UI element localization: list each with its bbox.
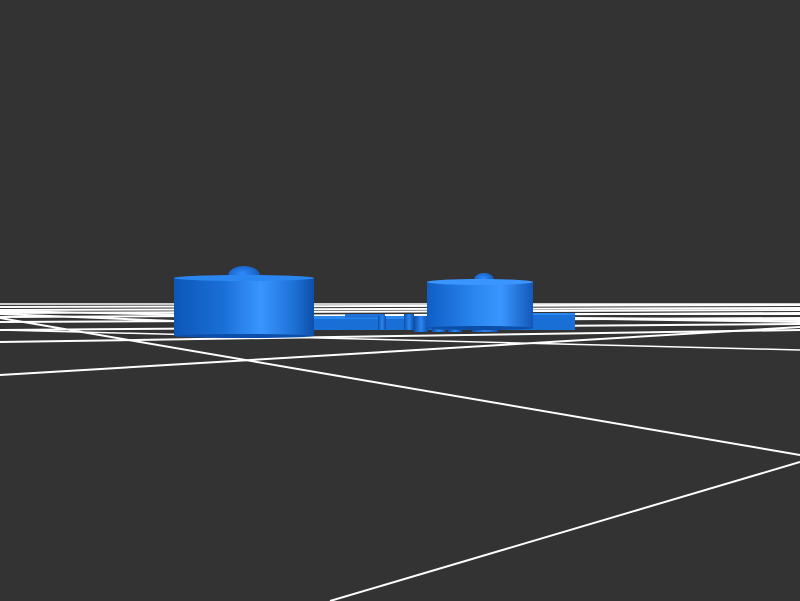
3d-viewport[interactable] [0,0,800,601]
large-cylinder [174,266,314,338]
ground-grid [0,303,800,601]
small-cylinder [427,273,533,330]
connector-plate-right [533,313,575,325]
